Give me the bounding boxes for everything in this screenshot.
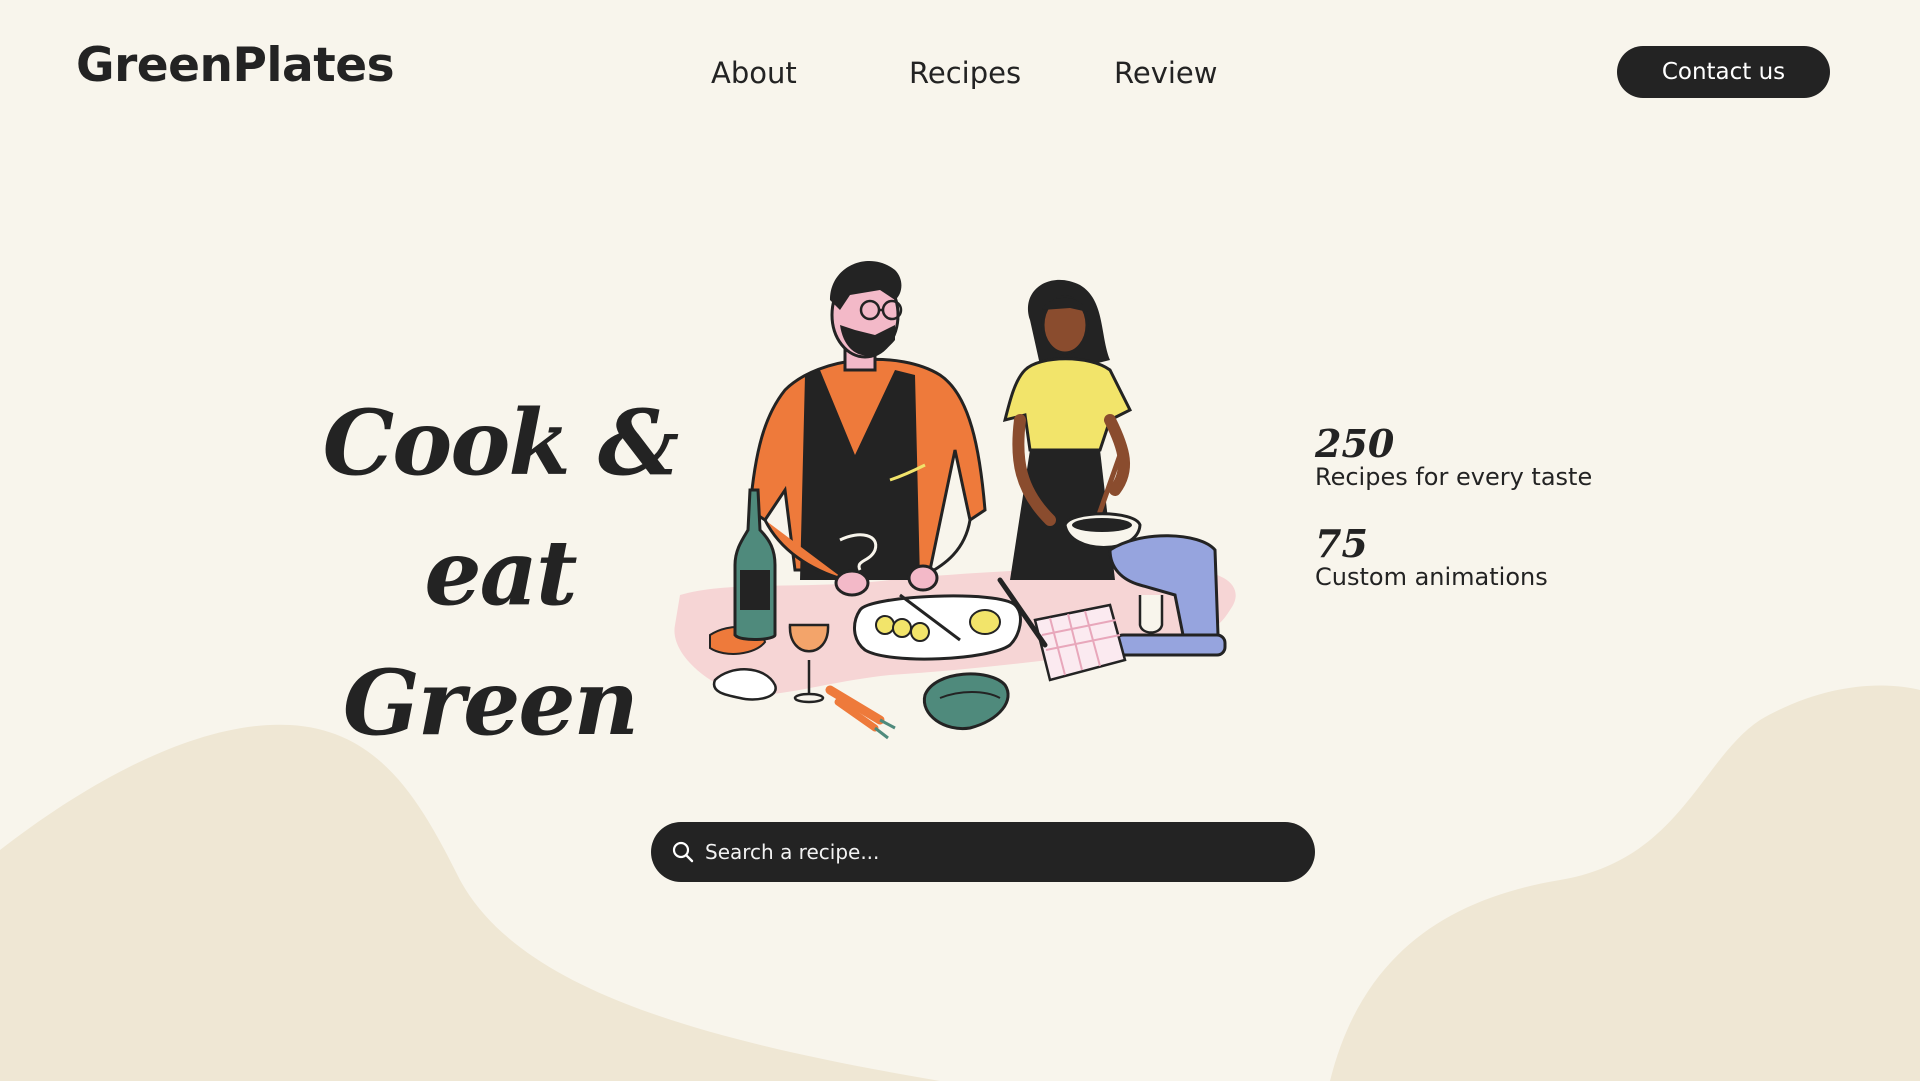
stat-label: Custom animations <box>1315 563 1548 591</box>
search-icon <box>672 841 694 863</box>
nav-link-about[interactable]: About <box>711 50 797 96</box>
stat-number: 250 <box>1315 421 1395 466</box>
hero-headline-line-1: Cook & eat <box>322 390 680 626</box>
recipe-search-bar[interactable] <box>651 822 1315 882</box>
stat-recipes: 250 Recipes for every taste <box>1315 421 1593 492</box>
couple-cooking-illustration <box>674 261 1236 740</box>
hero-headline: Cook & eat Green <box>270 378 730 768</box>
search-input[interactable] <box>705 840 1285 864</box>
contact-us-button[interactable]: Contact us <box>1617 46 1830 98</box>
nav-link-recipes[interactable]: Recipes <box>909 50 1021 96</box>
stat-number: 75 <box>1315 521 1368 566</box>
hero-stats: 250 Recipes for every taste 75 Custom an… <box>1315 425 1592 625</box>
hero-headline-line-2: Green <box>342 650 639 756</box>
nav-link-review[interactable]: Review <box>1114 50 1217 96</box>
stat-label: Recipes for every taste <box>1315 463 1593 491</box>
stat-animations: 75 Custom animations <box>1315 521 1592 592</box>
